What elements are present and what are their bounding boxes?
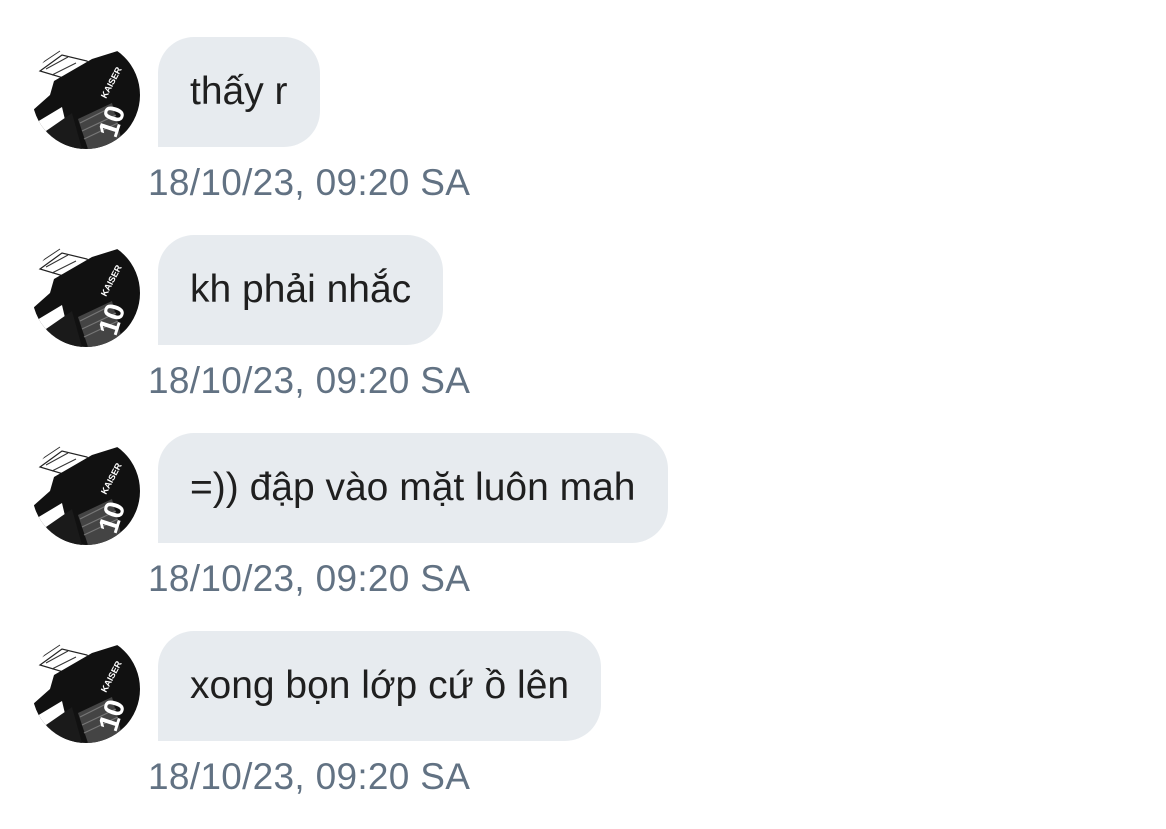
message-bubble[interactable]: thấy r — [158, 37, 320, 147]
message-timestamp: 18/10/23, 09:20 SA — [148, 756, 471, 797]
message-row: KAISER 10 thấy r 18/10/23, 09:20 SA — [0, 0, 1166, 203]
message-row: KAISER 10 kh phải nhắc 18/10/23, 09:20 S… — [0, 198, 1166, 401]
kaiser-jersey-avatar-icon: KAISER 10 — [32, 41, 140, 149]
message-text: kh phải nhắc — [190, 268, 412, 311]
sender-avatar[interactable]: KAISER 10 — [32, 635, 140, 743]
sender-avatar[interactable]: KAISER 10 — [32, 437, 140, 545]
message-bubble[interactable]: kh phải nhắc — [158, 235, 444, 345]
message-row: KAISER 10 =)) đập vào mặt luôn mah 18/10… — [0, 396, 1166, 599]
kaiser-jersey-avatar-icon: KAISER 10 — [32, 635, 140, 743]
message-row: KAISER 10 xong bọn lớp cứ ồ lên 18/10/23… — [0, 594, 1166, 797]
message-text: =)) đập vào mặt luôn mah — [190, 466, 636, 509]
message-bubble[interactable]: xong bọn lớp cứ ồ lên — [158, 631, 602, 741]
message-text: thấy r — [190, 70, 288, 113]
message-text: xong bọn lớp cứ ồ lên — [190, 664, 570, 707]
message-bubble[interactable]: =)) đập vào mặt luôn mah — [158, 433, 668, 543]
sender-avatar[interactable]: KAISER 10 — [32, 41, 140, 149]
kaiser-jersey-avatar-icon: KAISER 10 — [32, 437, 140, 545]
sender-avatar[interactable]: KAISER 10 — [32, 239, 140, 347]
kaiser-jersey-avatar-icon: KAISER 10 — [32, 239, 140, 347]
